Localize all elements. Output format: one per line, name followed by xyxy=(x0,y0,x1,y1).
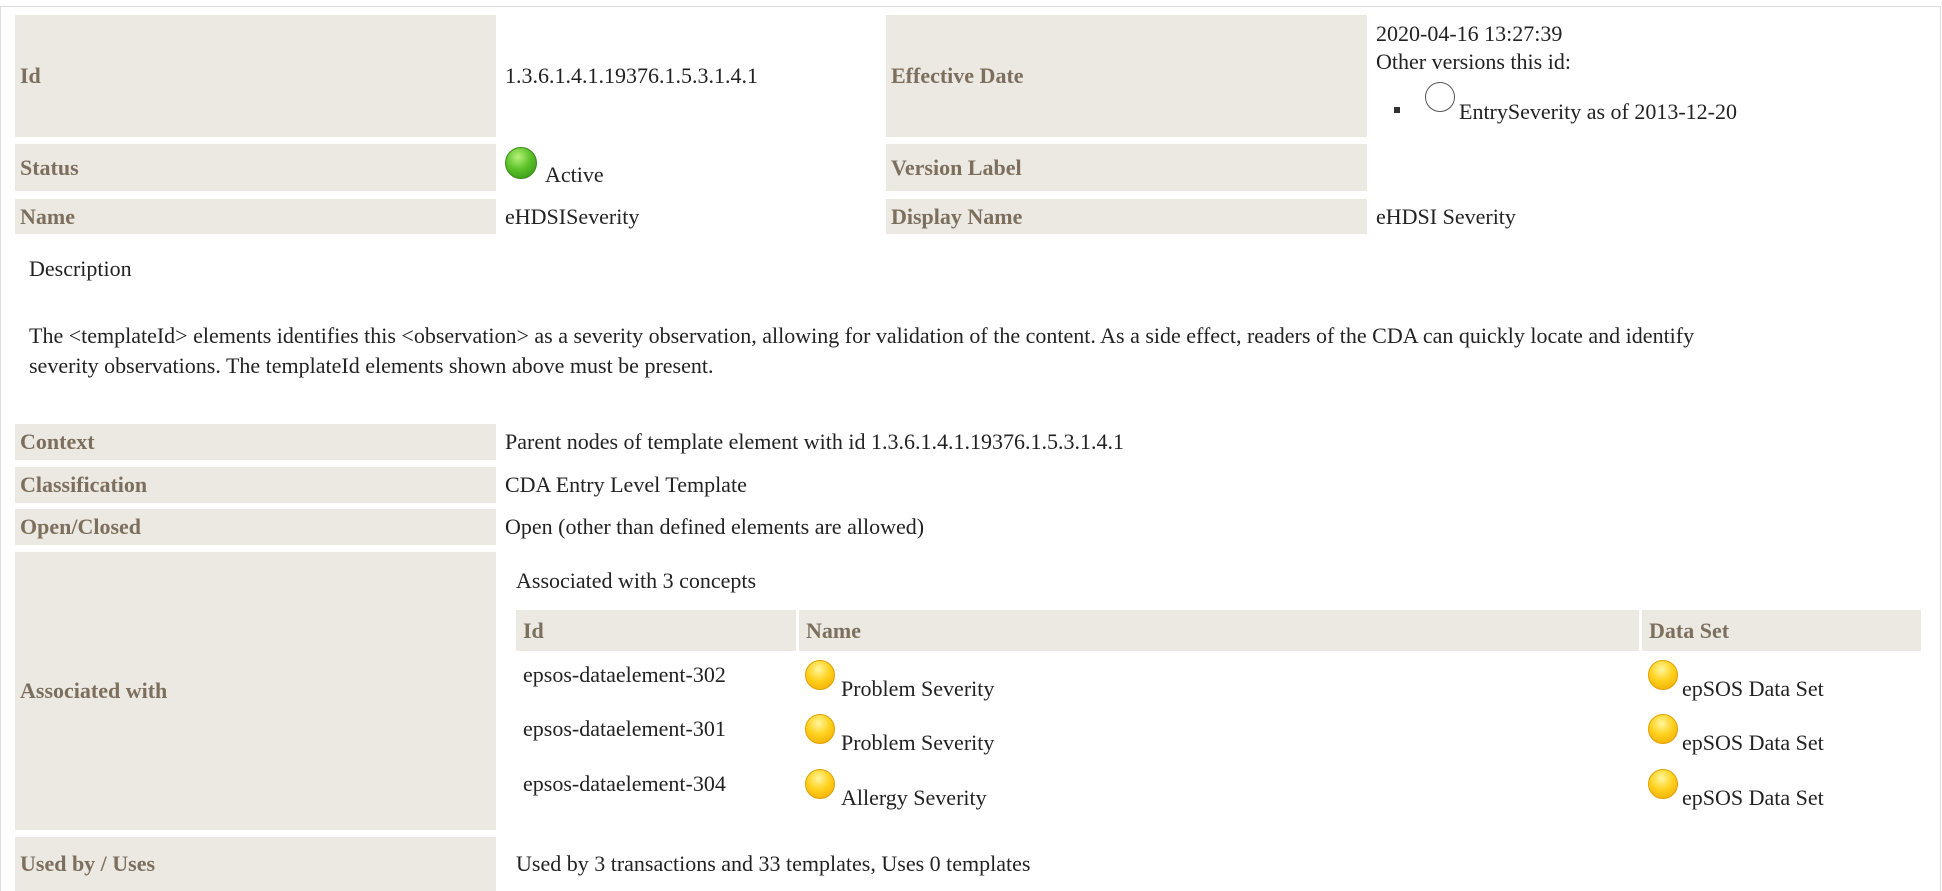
associated-with-label: Associated with xyxy=(15,552,496,830)
status-draft-icon xyxy=(1425,82,1455,112)
associated-summary: Associated with 3 concepts xyxy=(516,568,757,593)
name-label: Name xyxy=(15,199,496,234)
concept-name: Problem Severity xyxy=(841,730,995,755)
concept-dataset-link[interactable]: epSOS Data Set xyxy=(1648,769,1824,810)
open-closed-value: Open (other than defined elements are al… xyxy=(505,514,925,539)
concept-id[interactable]: epsos-dataelement-302 xyxy=(523,662,726,688)
status-value: Active xyxy=(505,146,604,191)
description-line-2: severity observations. The templateId el… xyxy=(29,353,714,378)
other-versions-bullet xyxy=(1394,107,1400,113)
concepts-col-dataset: Data Set xyxy=(1642,610,1921,651)
id-value: 1.3.6.1.4.1.19376.1.5.3.1.4.1 xyxy=(505,63,758,88)
effective-date-value: 2020-04-16 13:27:39 xyxy=(1376,21,1563,46)
concept-id[interactable]: epsos-dataelement-301 xyxy=(523,716,726,742)
context-label: Context xyxy=(15,424,496,460)
concept-dataset-link[interactable]: epSOS Data Set xyxy=(1648,660,1824,701)
concept-name: Problem Severity xyxy=(841,676,995,701)
concept-dataset: epSOS Data Set xyxy=(1682,730,1824,755)
concepts-col-name: Name xyxy=(799,610,1639,651)
dataset-status-icon xyxy=(1648,660,1678,690)
concept-status-icon xyxy=(805,660,835,690)
other-versions-label: Other versions this id: xyxy=(1376,49,1571,74)
classification-label: Classification xyxy=(15,467,496,503)
concept-id[interactable]: epsos-dataelement-304 xyxy=(523,771,726,797)
other-version-link[interactable]: EntrySeverity as of 2013-12-20 xyxy=(1425,82,1737,124)
name-value: eHDSISeverity xyxy=(505,203,640,229)
concept-name-link[interactable]: Allergy Severity xyxy=(805,769,987,810)
concept-status-icon xyxy=(805,769,835,799)
concept-dataset: epSOS Data Set xyxy=(1682,785,1824,810)
concept-dataset: epSOS Data Set xyxy=(1682,676,1824,701)
status-label: Status xyxy=(15,144,496,191)
effective-date-label: Effective Date xyxy=(886,15,1367,137)
description-text: The <templateId> elements identifies thi… xyxy=(29,321,1909,381)
other-version-text: EntrySeverity as of 2013-12-20 xyxy=(1459,99,1737,124)
dataset-status-icon xyxy=(1648,769,1678,799)
concepts-col-id: Id xyxy=(516,610,796,651)
used-by-value[interactable]: Used by 3 transactions and 33 templates,… xyxy=(516,837,1030,891)
status-active-icon xyxy=(505,146,537,179)
context-value: Parent nodes of template element with id… xyxy=(505,429,1124,454)
open-closed-label: Open/Closed xyxy=(15,509,496,545)
concept-name-link[interactable]: Problem Severity xyxy=(805,660,994,701)
description-heading: Description xyxy=(29,256,132,281)
concept-dataset-link[interactable]: epSOS Data Set xyxy=(1648,714,1824,755)
version-label-label: Version Label xyxy=(886,144,1367,191)
concept-name-link[interactable]: Problem Severity xyxy=(805,714,994,755)
id-label: Id xyxy=(15,15,496,137)
classification-value: CDA Entry Level Template xyxy=(505,472,747,497)
dataset-status-icon xyxy=(1648,714,1678,744)
concept-name: Allergy Severity xyxy=(841,785,987,810)
display-name-value: eHDSI Severity xyxy=(1376,203,1516,229)
status-text: Active xyxy=(545,161,604,187)
used-by-label: Used by / Uses xyxy=(15,837,496,891)
display-name-label: Display Name xyxy=(886,199,1367,234)
concept-status-icon xyxy=(805,714,835,744)
description-line-1: The <templateId> elements identifies thi… xyxy=(29,323,1695,348)
